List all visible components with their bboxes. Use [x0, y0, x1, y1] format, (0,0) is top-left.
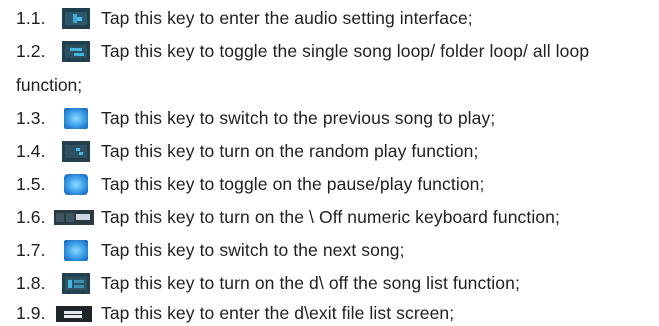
pause-play-icon [64, 173, 88, 195]
item-number: 1.7. [16, 239, 46, 260]
item-text: Tap this key to enter the d\exit file li… [101, 302, 455, 323]
previous-song-icon [64, 107, 88, 129]
numeric-keyboard-icon [54, 207, 94, 228]
item-text: Tap this key to turn on the random play … [101, 140, 479, 161]
item-number: 1.8. [16, 272, 46, 293]
item-text: Tap this key to switch to the next song; [101, 239, 405, 260]
list-item: 1.2. Tap this key to toggle the single s… [16, 38, 589, 64]
item-text: Tap this key to toggle the single song l… [101, 40, 590, 61]
list-item: 1.5. Tap this key to toggle on the pause… [16, 171, 484, 197]
item-number: 1.2. [16, 40, 46, 61]
list-item-continuation: function; [16, 74, 83, 95]
instruction-list: 1.1. Tap this key to enter the audio set… [0, 0, 659, 326]
item-text: Tap this key to turn on the d\ off the s… [101, 272, 520, 293]
item-number: 1.1. [16, 7, 46, 28]
item-text: Tap this key to turn on the \ Off numeri… [101, 206, 560, 227]
list-item: 1.3. Tap this key to switch to the previ… [16, 105, 495, 131]
item-text: Tap this key to switch to the previous s… [101, 107, 496, 128]
item-text: Tap this key to toggle on the pause/play… [101, 173, 485, 194]
list-item: 1.8. Tap this key to turn on the d\ off … [16, 270, 520, 296]
item-number: 1.3. [16, 107, 46, 128]
item-number: 1.5. [16, 173, 46, 194]
audio-settings-icon [62, 7, 90, 29]
item-text: Tap this key to enter the audio setting … [101, 7, 473, 28]
next-song-icon [64, 239, 88, 261]
list-item: 1.6. Tap this key to turn on the \ Off n… [16, 204, 560, 230]
random-play-icon [62, 140, 90, 162]
loop-mode-icon [62, 40, 90, 62]
list-item: 1.7. Tap this key to switch to the next … [16, 237, 405, 263]
item-number: 1.4. [16, 140, 46, 161]
list-item: 1.4. Tap this key to turn on the random … [16, 138, 478, 164]
list-item: 1.9. Tap this key to enter the d\exit fi… [16, 300, 454, 326]
song-list-icon [62, 272, 90, 294]
file-list-icon [56, 303, 92, 324]
list-item: 1.1. Tap this key to enter the audio set… [16, 5, 473, 31]
